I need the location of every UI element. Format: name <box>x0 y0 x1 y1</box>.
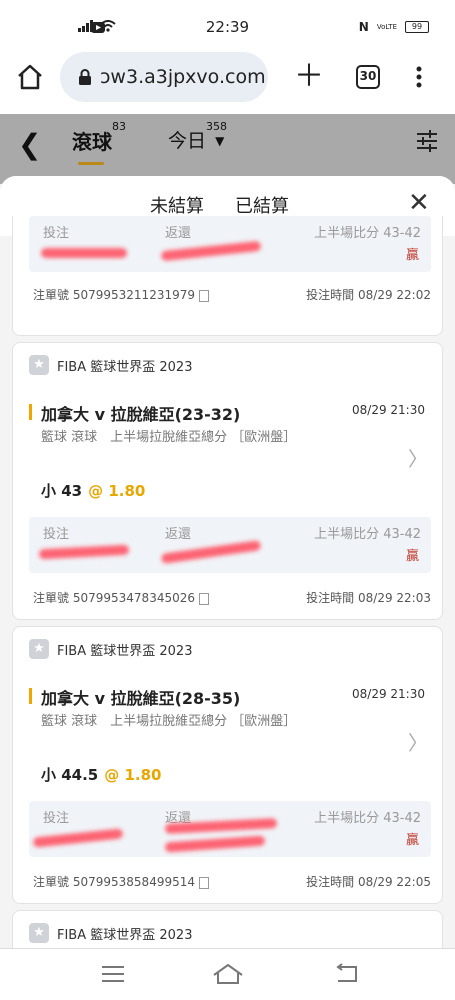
ticket-label: 注單號 <box>33 875 70 889</box>
status-icons-right: N VoLTE 99 <box>90 20 429 34</box>
result-badge: 贏 <box>405 549 419 564</box>
match-time: 08/29 21:30 <box>352 403 425 417</box>
redaction-mark <box>164 835 266 853</box>
tab-unsettled[interactable]: 未結算 <box>150 192 204 218</box>
bet-card[interactable]: ★ FIBA 籃球世界盃 2023 加拿大 v 拉脫維亞(28-35) 08/2… <box>12 626 443 904</box>
copy-icon[interactable] <box>199 592 209 605</box>
chevron-right-icon[interactable]: 〉 <box>408 727 428 756</box>
league-name: FIBA 籃球世界盃 2023 <box>57 927 193 943</box>
tab-today-count: 358 <box>206 120 228 133</box>
halftime-score: 上半場比分 43-42 <box>314 527 421 542</box>
stake-label: 投注 <box>43 226 70 241</box>
copy-icon[interactable] <box>199 876 209 889</box>
tab-live-count: 83 <box>112 120 126 133</box>
halftime-score: 上半場比分 43-42 <box>314 226 421 241</box>
bet-time: 08/29 22:03 <box>358 591 431 605</box>
stake-label: 投注 <box>43 527 70 542</box>
address-bar[interactable]: ɔw3.a3jpxvo.com <box>60 52 268 102</box>
bet-selection: 小 43 @ 1.80 <box>41 480 145 501</box>
filter-icon[interactable] <box>416 130 438 152</box>
chevron-right-icon[interactable]: 〉 <box>408 443 428 472</box>
tab-settled[interactable]: 已結算 <box>235 192 289 223</box>
ticket-label: 注單號 <box>33 591 70 605</box>
tab-today-label: 今日 <box>168 130 207 152</box>
recent-apps-icon[interactable] <box>102 965 124 983</box>
league-icon: ★ <box>29 355 49 375</box>
redaction-mark <box>41 248 127 258</box>
volte-icon: VoLTE <box>376 22 397 31</box>
youtube-icon <box>90 21 105 33</box>
result-badge: 贏 <box>405 248 419 263</box>
odds: @ 1.80 <box>104 766 162 784</box>
return-label: 返還 <box>165 527 192 542</box>
league-name: FIBA 籃球世界盃 2023 <box>57 359 193 375</box>
bet-time-label: 投注時間 <box>306 875 355 889</box>
ticket-number: 5079953211231979 <box>72 288 195 302</box>
match-title: 加拿大 v 拉脫維亞(28-35) <box>41 689 241 708</box>
league-header: ★ FIBA 籃球世界盃 2023 <box>29 639 192 659</box>
bet-card[interactable]: ★ FIBA 籃球世界盃 2023 加拿大 v 拉脫維亞(23-32) 08/2… <box>12 342 443 620</box>
halftime-score: 上半場比分 43-42 <box>314 811 421 826</box>
match-title: 加拿大 v 拉脫維亞(23-32) <box>41 405 241 424</box>
copy-icon[interactable] <box>199 289 209 302</box>
odds: @ 1.80 <box>88 482 146 500</box>
new-tab-icon[interactable]: ＋ <box>294 62 324 92</box>
result-badge: 贏 <box>405 833 419 848</box>
bet-selection: 小 44.5 @ 1.80 <box>41 764 161 785</box>
bet-stats: 投注 返還 上半場比分 43-42 贏 <box>29 517 431 573</box>
stake-label: 投注 <box>43 811 70 826</box>
bet-time-label: 投注時間 <box>306 591 355 605</box>
back-icon[interactable] <box>334 963 358 985</box>
return-label: 返還 <box>165 226 192 241</box>
bet-time: 08/29 22:05 <box>358 875 431 889</box>
league-icon: ★ <box>29 923 49 943</box>
tab-today[interactable]: 今日358 ▼ <box>168 120 242 153</box>
tab-live[interactable]: 滾球83 <box>72 120 126 165</box>
match-marker <box>29 688 32 704</box>
redaction-mark <box>32 828 124 848</box>
market-description: 籃球 滾球 上半場拉脫維亞總分 ［歐洲盤］ <box>41 714 297 729</box>
bet-card[interactable]: 投注 返還 上半場比分 43-42 贏 注單號 5079953211231979… <box>12 216 443 336</box>
lock-icon <box>79 69 91 85</box>
tab-switcher-button[interactable]: 30 <box>356 65 380 89</box>
bet-stats: 投注 返還 上半場比分 43-42 贏 <box>29 801 431 857</box>
nfc-icon: N <box>358 20 369 34</box>
league-name: FIBA 籃球世界盃 2023 <box>57 643 193 659</box>
back-arrow-icon[interactable]: ❮ <box>18 128 41 161</box>
tab-live-label: 滾球 <box>72 130 112 154</box>
ticket-label: 注單號 <box>33 288 70 302</box>
market-description: 籃球 滾球 上半場拉脫維亞總分 ［歐洲盤］ <box>41 430 297 445</box>
battery-icon: 99 <box>405 21 429 33</box>
active-tab-indicator <box>78 162 104 165</box>
redaction-mark <box>160 240 262 262</box>
redaction-mark <box>38 544 130 560</box>
more-menu-icon[interactable] <box>416 66 422 88</box>
match-time: 08/29 21:30 <box>352 687 425 701</box>
tab-settled-label: 已結算 <box>235 196 289 217</box>
redaction-mark <box>160 540 262 564</box>
pick-label: 小 44.5 <box>41 766 99 784</box>
caret-down-icon: ▼ <box>215 134 225 148</box>
ticket-number: 5079953478345026 <box>72 591 195 605</box>
browser-toolbar: ɔw3.a3jpxvo.com ＋ 30 <box>0 48 455 114</box>
close-icon[interactable]: ✕ <box>408 188 430 218</box>
league-icon: ★ <box>29 639 49 659</box>
bet-time-label: 投注時間 <box>306 288 355 302</box>
home-icon[interactable] <box>16 64 44 90</box>
url-text: ɔw3.a3jpxvo.com <box>100 66 266 88</box>
league-header: ★ FIBA 籃球世界盃 2023 <box>29 923 192 943</box>
bet-time: 08/29 22:02 <box>358 288 431 302</box>
match-marker <box>29 404 32 420</box>
system-nav-bar <box>0 948 455 1000</box>
home-icon[interactable] <box>212 963 244 985</box>
ticket-number: 5079953858499514 <box>72 875 195 889</box>
bet-stats: 投注 返還 上半場比分 43-42 贏 <box>29 216 431 272</box>
app-header: ❮ 滾球83 今日358 ▼ <box>0 114 455 184</box>
league-header: ★ FIBA 籃球世界盃 2023 <box>29 355 192 375</box>
bet-history-sheet: 未結算 已結算 ✕ 投注 返還 上半場比分 43-42 贏 注單號 507995… <box>0 176 455 1000</box>
pick-label: 小 43 <box>41 482 83 500</box>
